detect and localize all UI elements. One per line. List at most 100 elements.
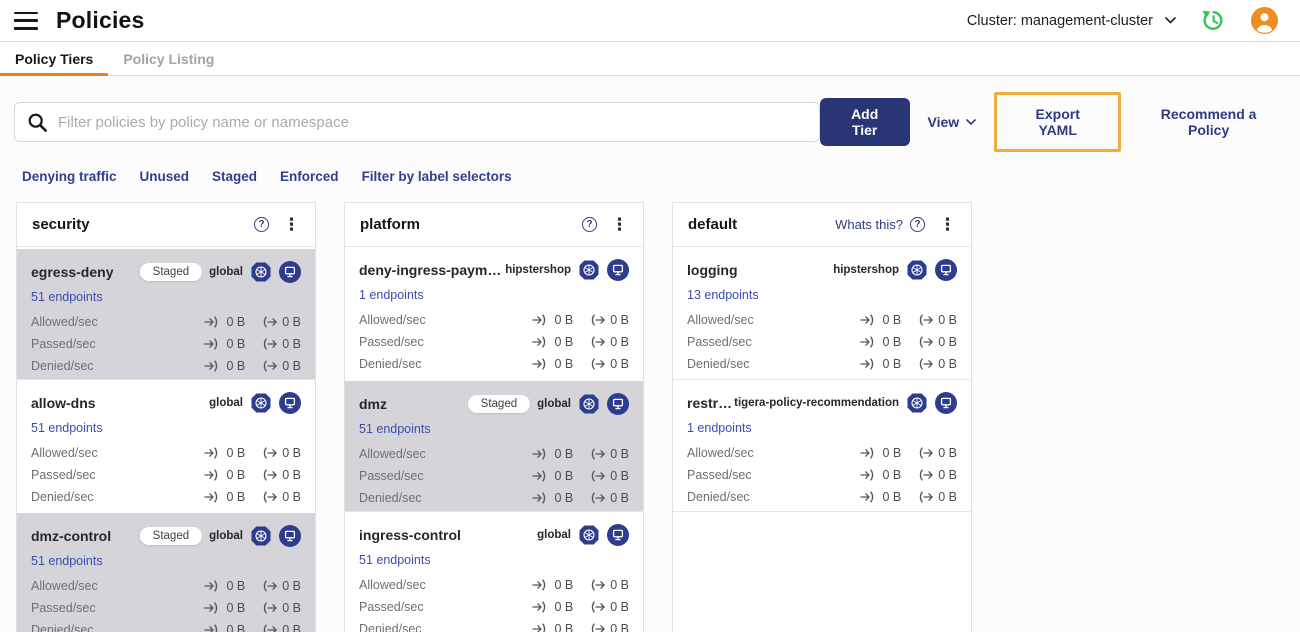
global-network-icon (578, 524, 600, 546)
metric-in-value: 0 B (882, 446, 902, 460)
kebab-menu-icon[interactable]: ⋮ (611, 216, 628, 233)
search-icon (28, 113, 47, 132)
recommend-policy-button[interactable]: Recommend a Policy (1139, 106, 1278, 138)
metric-in-value: 0 B (554, 335, 574, 349)
endpoints-link[interactable]: 51 endpoints (31, 290, 103, 304)
tier-help-link[interactable]: ? (575, 217, 597, 232)
ingress-icon (532, 336, 546, 348)
policy-search-box (14, 102, 820, 142)
export-yaml-button[interactable]: Export YAML (1015, 106, 1100, 138)
metric-out-value: 0 B (282, 315, 301, 329)
content-area: Add Tier View Export YAML Recommend a Po… (0, 76, 1300, 632)
toolbar: Add Tier View Export YAML Recommend a Po… (0, 76, 1300, 152)
add-tier-button[interactable]: Add Tier (819, 98, 910, 146)
endpoints-link[interactable]: 1 endpoints (687, 421, 752, 435)
metric-in-value: 0 B (882, 468, 902, 482)
metric-row: Passed/sec 0 B 0 B (359, 465, 629, 487)
metric-row: Allowed/sec 0 B 0 B (359, 574, 629, 596)
kebab-menu-icon[interactable]: ⋮ (939, 216, 956, 233)
metrics: Allowed/sec 0 B 0 B Passed/sec 0 B 0 B D… (687, 309, 957, 375)
policy-card[interactable]: ingress-control global 51 endpoints Allo… (345, 511, 643, 632)
policy-card[interactable]: egress-deny Staged global 51 endpoints A… (17, 247, 315, 379)
policy-card[interactable]: allow-dns global 51 endpoints Allowed/se… (17, 379, 315, 511)
metric-row: Allowed/sec 0 B 0 B (687, 309, 957, 331)
policy-card[interactable]: dmz-control Staged global 51 endpoints A… (17, 511, 315, 632)
namespace-icon (935, 392, 957, 414)
staged-badge: Staged (467, 395, 531, 413)
endpoints-link[interactable]: 51 endpoints (31, 554, 103, 568)
tab-policy-listing[interactable]: Policy Listing (108, 42, 229, 75)
global-network-icon (578, 259, 600, 281)
tier-card-list: logging hipstershop 13 endpoints Allowed… (673, 247, 971, 632)
policy-scope-label: global (209, 266, 243, 278)
help-icon: ? (582, 217, 597, 232)
metric-in-value: 0 B (226, 579, 246, 593)
metric-out-value: 0 B (610, 469, 629, 483)
metric-row: Passed/sec 0 B 0 B (359, 331, 629, 353)
metric-out-value: 0 B (610, 491, 629, 505)
endpoints-link[interactable]: 13 endpoints (687, 288, 759, 302)
endpoints-link[interactable]: 51 endpoints (359, 422, 431, 436)
cluster-selector-label: Cluster: management-cluster (966, 12, 1153, 29)
metric-row: Denied/sec 0 B 0 B (687, 486, 957, 508)
metric-row: Allowed/sec 0 B 0 B (31, 311, 301, 333)
metric-out-value: 0 B (938, 313, 957, 327)
policy-card[interactable]: restricted tigera-policy-recommendation (673, 379, 971, 511)
tier-help-link[interactable]: ? (247, 217, 269, 232)
metrics: Allowed/sec 0 B 0 B Passed/sec 0 B 0 B D… (31, 311, 301, 377)
filter-staged[interactable]: Staged (212, 169, 257, 184)
endpoints-link[interactable]: 51 endpoints (359, 553, 431, 567)
global-network-icon (250, 261, 272, 283)
egress-icon (264, 316, 277, 328)
egress-icon (920, 314, 933, 326)
ingress-icon (532, 314, 546, 326)
ingress-icon (204, 338, 218, 350)
ingress-icon (532, 623, 546, 632)
kebab-menu-icon[interactable]: ⋮ (283, 216, 300, 233)
metrics: Allowed/sec 0 B 0 B Passed/sec 0 B 0 B D… (359, 309, 629, 375)
egress-icon (592, 358, 605, 370)
view-dropdown-button[interactable]: View (928, 114, 977, 130)
cluster-selector[interactable]: Cluster: management-cluster (967, 13, 1176, 29)
namespace-icon (279, 525, 301, 547)
ingress-icon (532, 470, 546, 482)
history-restore-icon[interactable] (1200, 7, 1227, 34)
ingress-icon (860, 469, 874, 481)
metric-out-value: 0 B (938, 468, 957, 482)
metric-out-value: 0 B (610, 578, 629, 592)
search-input[interactable] (58, 113, 807, 131)
user-avatar[interactable] (1251, 7, 1278, 34)
tier-header: platform ? ⋮ (345, 203, 643, 247)
filter-unused[interactable]: Unused (140, 169, 190, 184)
hamburger-menu-icon[interactable] (14, 11, 38, 30)
tab-policy-tiers[interactable]: Policy Tiers (0, 42, 109, 76)
policy-card[interactable]: deny-ingress-paymentservi… hipstershop (345, 247, 643, 379)
tier-card-list: deny-ingress-paymentservi… hipstershop (345, 247, 643, 632)
tier-name: platform (360, 216, 420, 233)
tier-help-link[interactable]: Whats this? ? (835, 217, 925, 232)
metric-out-value: 0 B (282, 623, 301, 632)
tier-column: security ? ⋮ egress-deny Staged global 5… (16, 202, 316, 632)
policy-card[interactable]: dmz Staged global 51 endpoints Allowed/s… (345, 379, 643, 511)
endpoints-link[interactable]: 1 endpoints (359, 288, 424, 302)
metric-label: Allowed/sec (359, 447, 426, 461)
metric-in-value: 0 B (226, 623, 246, 632)
ingress-icon (532, 492, 546, 504)
tier-header: security ? ⋮ (17, 203, 315, 247)
metric-out-value: 0 B (282, 468, 301, 482)
policy-card[interactable]: logging hipstershop 13 endpoints Allowed… (673, 247, 971, 379)
metric-row: Allowed/sec 0 B 0 B (31, 442, 301, 464)
metric-label: Denied/sec (31, 490, 94, 504)
filter-enforced[interactable]: Enforced (280, 169, 339, 184)
filter-by-label-selectors[interactable]: Filter by label selectors (362, 169, 512, 184)
filter-denying-traffic[interactable]: Denying traffic (22, 169, 117, 184)
ingress-icon (204, 447, 218, 459)
metric-label: Denied/sec (359, 357, 422, 371)
egress-icon (592, 336, 605, 348)
endpoints-link[interactable]: 51 endpoints (31, 421, 103, 435)
egress-icon (592, 579, 605, 591)
ingress-icon (860, 358, 874, 370)
metric-row: Passed/sec 0 B 0 B (359, 596, 629, 618)
global-network-icon (906, 259, 928, 281)
metric-row: Passed/sec 0 B 0 B (31, 464, 301, 486)
